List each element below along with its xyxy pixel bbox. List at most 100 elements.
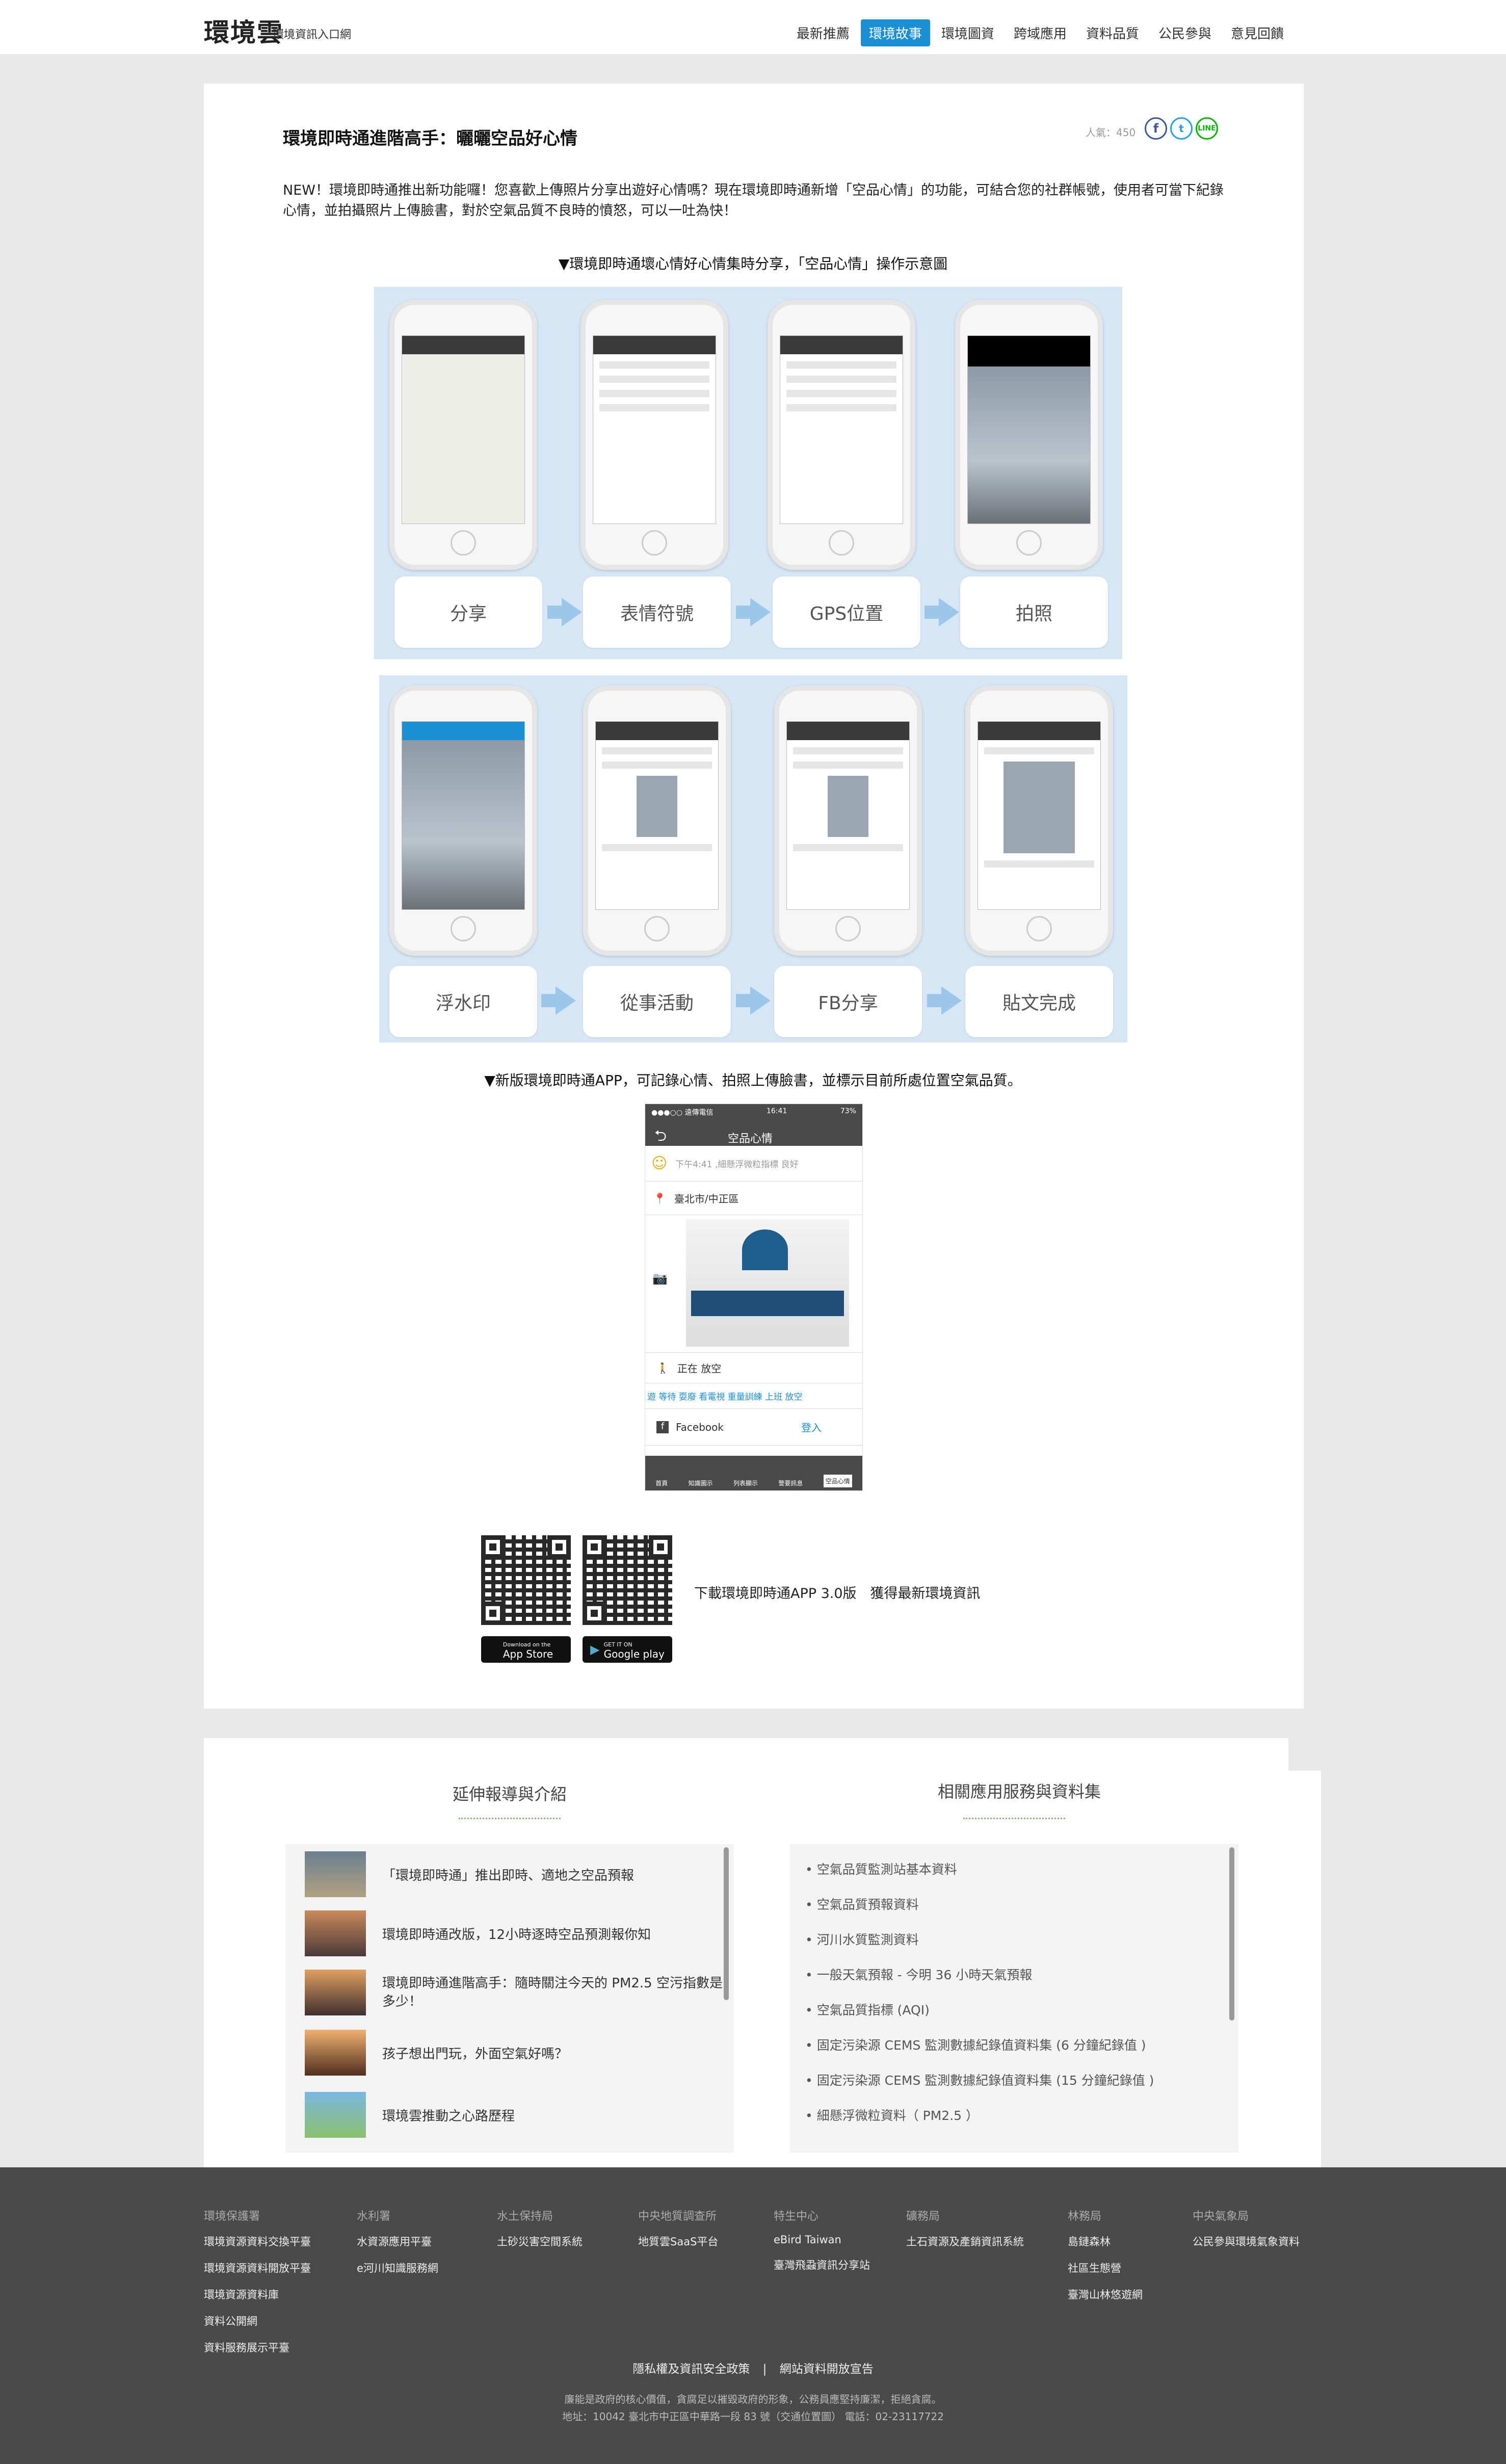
story-thumbnail xyxy=(305,2092,366,2138)
line-icon[interactable]: LINE xyxy=(1196,117,1218,140)
nav-cross-domain[interactable]: 跨域應用 xyxy=(1006,19,1075,46)
stories-list: 「環境即時通」推出即時、適地之空品預報 環境即時通改版，12小時逐時空品預測報你… xyxy=(285,1844,734,2153)
footer-link[interactable]: e河川知識服務網 xyxy=(357,2260,438,2275)
facebook-label: Facebook xyxy=(676,1421,724,1433)
footer-col-weather: 中央氣象局 公民參與環境氣象資料 xyxy=(1193,2210,1300,2249)
step-label-share: 分享 xyxy=(394,576,542,648)
site-logo[interactable]: 環境雲 xyxy=(204,12,283,49)
footer-link[interactable]: eBird Taiwan xyxy=(774,2234,870,2246)
phone-fb-share xyxy=(774,686,922,956)
footer-link[interactable]: 社區生態營 xyxy=(1068,2260,1143,2275)
tab-knowledge[interactable]: 知識圖示 xyxy=(689,1479,713,1487)
story-item[interactable]: 環境即時通進階高手：隨時關注今天的 PM2.5 空污指數是多少！ xyxy=(305,1970,723,2015)
story-item[interactable]: 環境雲推動之心路歷程 xyxy=(305,2092,515,2138)
qr-code-android[interactable] xyxy=(583,1535,672,1625)
story-thumbnail xyxy=(305,2030,366,2076)
dataset-link[interactable]: • 空氣品質預報資料 xyxy=(805,1895,919,1913)
mood-row[interactable]: ☺ 下午4:41 ,細懸浮微粒指標 良好 xyxy=(645,1146,862,1182)
twitter-icon[interactable]: t xyxy=(1170,117,1193,140)
footer-link[interactable]: 環境資源資料庫 xyxy=(204,2287,311,2302)
footer-col-forestry: 林務局 島鏈森林 社區生態營 臺灣山林悠遊網 xyxy=(1068,2210,1143,2302)
site-logo-subtitle: 環境資訊入口網 xyxy=(273,29,352,41)
story-thumbnail xyxy=(305,1851,366,1897)
nav-latest[interactable]: 最新推薦 xyxy=(788,19,858,46)
footer-col-soil: 水土保持局 土砂災害空間系統 xyxy=(497,2210,583,2249)
dataset-link[interactable]: • 細懸浮微粒資料（ PM2.5 ） xyxy=(805,2106,979,2124)
steps-illustration-1: 分享 表情符號 GPS位置 拍照 xyxy=(374,287,1122,659)
nav-data-quality[interactable]: 資料品質 xyxy=(1078,19,1147,46)
privacy-policy-link[interactable]: 隱私權及資訊安全政策 xyxy=(632,2363,750,2376)
footer-link[interactable]: 資料公開網 xyxy=(204,2313,311,2328)
footer-link[interactable]: 土石資源及產銷資訊系統 xyxy=(906,2234,1024,2249)
nav-stories[interactable]: 環境故事 xyxy=(860,19,930,46)
location-row[interactable]: 📍 臺北市/中正區 xyxy=(645,1182,862,1215)
view-count: 人氣：450 xyxy=(1086,126,1136,139)
nav-participation[interactable]: 公民參與 xyxy=(1150,19,1220,46)
article-paragraph: NEW！環境即時通推出新功能囉！您喜歡上傳照片分享出遊好心情嗎？現在環境即時通新… xyxy=(283,182,1224,219)
phone-activity xyxy=(583,686,731,956)
app-tab-bar: 首頁 知識圖示 列表顯示 警要訊息 空品心情 xyxy=(645,1456,862,1490)
google-play-badge[interactable]: ▶ GET IT ON Google play xyxy=(583,1636,672,1663)
stories-scrollbar[interactable] xyxy=(724,1847,729,2000)
footer-link[interactable]: 臺灣山林悠遊網 xyxy=(1068,2287,1143,2302)
dataset-link[interactable]: • 固定污染源 CEMS 監測數據紀錄值資料集 (6 分鐘紀錄值 ) xyxy=(805,2035,1146,2054)
activity-options[interactable]: 遊 等待 耍廢 看電視 重量訓練 上班 放空 xyxy=(645,1383,862,1409)
facebook-icon: f xyxy=(656,1421,669,1433)
story-item[interactable]: 「環境即時通」推出即時、適地之空品預報 xyxy=(305,1851,634,1897)
step-label-emoji: 表情符號 xyxy=(583,576,731,648)
tab-mood[interactable]: 空品心情 xyxy=(823,1475,852,1487)
dataset-link[interactable]: • 河川水質監測資料 xyxy=(805,1930,919,1948)
caption-app: ▼新版環境即時通APP，可記錄心情、拍照上傳臉書，並標示目前所處位置空氣品質。 xyxy=(484,1072,1022,1089)
footer-link[interactable]: 土砂災害空間系統 xyxy=(497,2234,583,2249)
location-text: 臺北市/中正區 xyxy=(674,1193,739,1205)
facebook-row[interactable]: f Facebook 登入 xyxy=(645,1409,862,1446)
uploaded-photo xyxy=(686,1219,849,1347)
step-label-fb-share: FB分享 xyxy=(774,966,922,1037)
footer-link[interactable]: 地質雲SaaS平台 xyxy=(638,2234,718,2249)
activity-row[interactable]: 🚶 正在 放空 xyxy=(645,1353,862,1383)
walking-icon: 🚶 xyxy=(656,1361,669,1374)
nav-feedback[interactable]: 意見回饋 xyxy=(1223,19,1292,46)
smiley-icon: ☺ xyxy=(651,1155,668,1172)
phone-watermark xyxy=(389,686,537,956)
dataset-link[interactable]: • 一般天氣預報 - 今明 36 小時天氣預報 xyxy=(805,1965,1032,1983)
tab-home[interactable]: 首頁 xyxy=(655,1479,668,1487)
download-text: 下載環境即時通APP 3.0版 獲得最新環境資訊 xyxy=(694,1586,981,1602)
phone-emoji xyxy=(580,300,728,570)
battery: 73% xyxy=(840,1107,856,1115)
tab-alerts[interactable]: 警要訊息 xyxy=(778,1479,803,1487)
story-item[interactable]: 孩子想出門玩，外面空氣好嗎？ xyxy=(305,2030,568,2076)
app-screen-title: 空品心情 xyxy=(728,1132,773,1145)
dataset-link[interactable]: • 固定污染源 CEMS 監測數據紀錄值資料集 (15 分鐘紀錄值 ) xyxy=(805,2070,1154,2089)
footer-link[interactable]: 臺灣飛蝨資訊分享站 xyxy=(774,2257,870,2272)
step-label-activity: 從事活動 xyxy=(583,966,731,1037)
story-item[interactable]: 環境即時通改版，12小時逐時空品預測報你知 xyxy=(305,1910,651,1956)
footer-link[interactable]: 環境資源資料交換平臺 xyxy=(204,2234,311,2249)
phone-gps xyxy=(768,300,915,570)
tab-list[interactable]: 列表顯示 xyxy=(733,1479,758,1487)
play-icon: ▶ xyxy=(590,1642,600,1657)
qr-code-ios[interactable] xyxy=(481,1535,571,1625)
datasets-scrollbar[interactable] xyxy=(1229,1847,1234,2021)
login-link[interactable]: 登入 xyxy=(801,1420,822,1434)
footer-link[interactable]: 水資源應用平臺 xyxy=(357,2234,438,2249)
photo-row: 📷 xyxy=(645,1215,862,1353)
footer-link[interactable]: 島鏈森林 xyxy=(1068,2234,1143,2249)
title-divider xyxy=(963,1818,1065,1819)
story-thumbnail xyxy=(305,1910,366,1956)
related-stories-title: 延伸報導與介紹 xyxy=(452,1785,567,1804)
footer-link[interactable]: 公民參與環境氣象資料 xyxy=(1193,2234,1300,2249)
dataset-link[interactable]: • 空氣品質指標 (AQI) xyxy=(805,2000,930,2019)
location-pin-icon: 📍 xyxy=(653,1192,666,1204)
footer-policy-bar: 隱私權及資訊安全政策 | 網站資料開放宣告 xyxy=(0,2359,1506,2376)
step-label-photo: 拍照 xyxy=(960,576,1108,648)
nav-maps[interactable]: 環境圖資 xyxy=(933,19,1002,46)
dataset-link[interactable]: • 空氣品質監測站基本資料 xyxy=(805,1859,957,1878)
footer-col-epa: 環境保護署 環境資源資料交換平臺 環境資源資料開放平臺 環境資源資料庫 資料公開… xyxy=(204,2210,311,2355)
footer-link[interactable]: 資料服務展示平臺 xyxy=(204,2340,311,2355)
footer-link[interactable]: 環境資源資料開放平臺 xyxy=(204,2260,311,2275)
facebook-icon[interactable]: f xyxy=(1145,117,1167,140)
camera-icon[interactable]: 📷 xyxy=(652,1271,668,1286)
app-store-badge[interactable]: Download on the App Store xyxy=(481,1636,571,1663)
open-data-link[interactable]: 網站資料開放宣告 xyxy=(780,2363,874,2376)
